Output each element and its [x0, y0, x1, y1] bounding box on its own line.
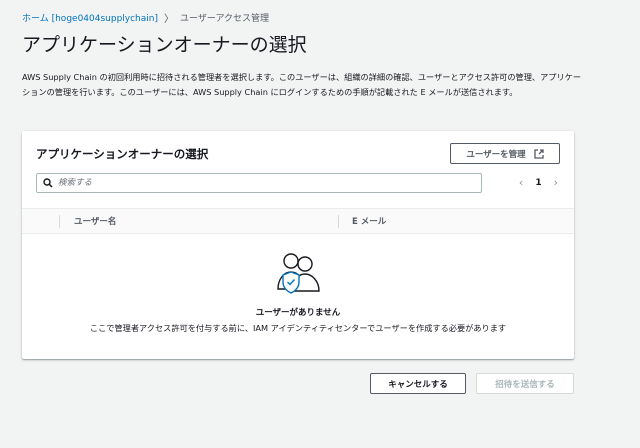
search-input[interactable] [58, 178, 458, 188]
panel-title: アプリケーションオーナーの選択 [36, 147, 209, 161]
empty-state-title: ユーザーがありません [255, 308, 341, 318]
manage-users-button[interactable]: ユーザーを管理 [450, 143, 560, 164]
column-divider [338, 215, 339, 228]
table-header: ユーザー名 E メール [22, 208, 574, 234]
current-page-number[interactable]: 1 [535, 178, 541, 188]
no-users-icon [277, 253, 320, 294]
column-header-username[interactable]: ユーザー名 [74, 209, 116, 233]
previous-page-button[interactable]: ‹ [519, 176, 523, 189]
search-box [36, 173, 482, 193]
application-owner-panel: アプリケーションオーナーの選択 ユーザーを管理 ‹ 1 › ユーザー名 E メー… [22, 131, 574, 359]
pagination: ‹ 1 › [519, 176, 558, 189]
cancel-button[interactable]: キャンセルする [370, 373, 466, 394]
next-page-button[interactable]: › [554, 176, 558, 189]
chevron-right-icon: 〉 [164, 14, 174, 25]
empty-state-description: ここで管理者アクセス許可を付与する前に、IAM アイデンティティセンターでユーザ… [89, 323, 507, 333]
column-divider [59, 215, 60, 228]
external-link-icon [534, 148, 544, 159]
column-header-email[interactable]: E メール [352, 209, 386, 233]
page-description: AWS Supply Chain の初回利用時に招待される管理者を選択します。こ… [22, 72, 582, 97]
breadcrumb-home-link[interactable]: ホーム [hoge0404supplychain] [22, 11, 158, 24]
breadcrumb-current: ユーザーアクセス管理 [180, 14, 270, 24]
page-title: アプリケーションオーナーの選択 [22, 34, 307, 56]
search-icon [43, 178, 53, 188]
send-invite-button[interactable]: 招待を送信する [476, 373, 574, 394]
breadcrumb: ホーム [hoge0404supplychain] 〉 ユーザーアクセス管理 [22, 10, 269, 25]
manage-users-label: ユーザーを管理 [466, 149, 526, 160]
